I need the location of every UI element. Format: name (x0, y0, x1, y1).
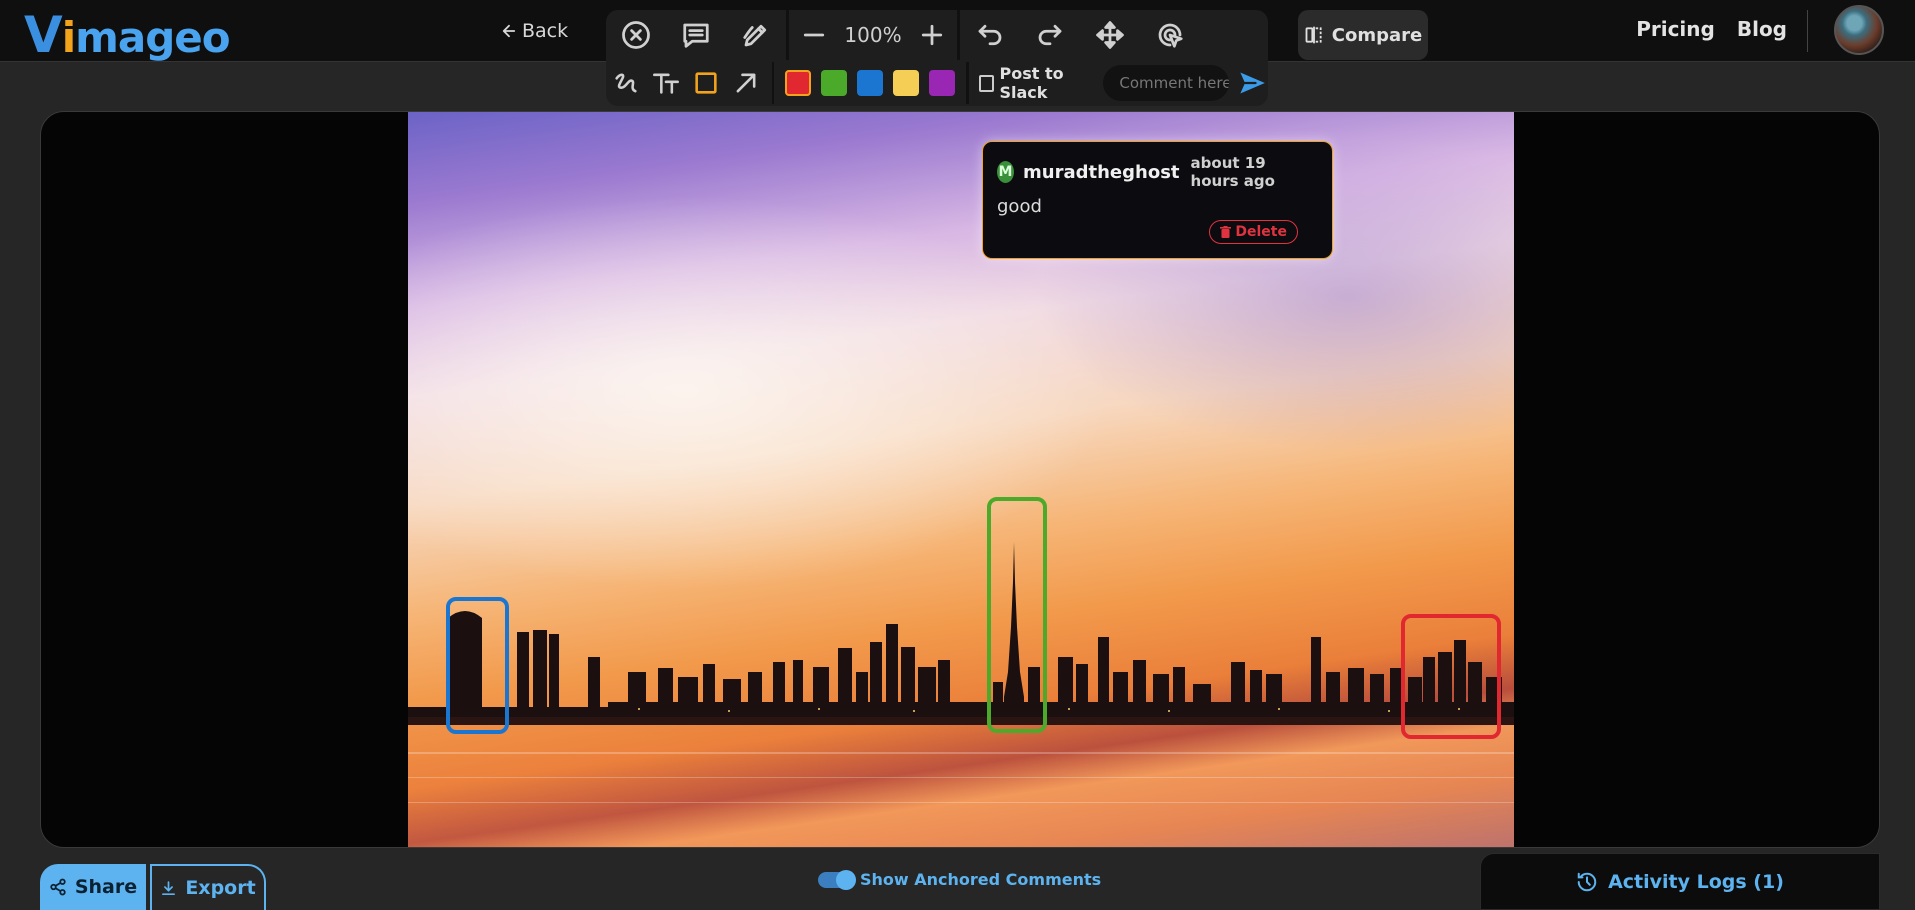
move-icon (1096, 21, 1124, 49)
arrow-tool-button[interactable] (726, 62, 766, 104)
color-swatch-red[interactable] (785, 70, 812, 96)
color-swatch-blue[interactable] (857, 70, 884, 96)
toolbar-divider (966, 62, 969, 104)
toolbar-row-secondary: Post to Slack (606, 62, 1268, 104)
compare-label: Compare (1331, 24, 1423, 46)
draw-icon (743, 24, 767, 47)
commenter-avatar: M (997, 161, 1015, 183)
color-swatch-purple[interactable] (929, 70, 956, 96)
share-button[interactable]: Share (40, 864, 146, 910)
history-icon (1577, 872, 1597, 891)
delete-comment-button[interactable]: Delete (1209, 220, 1298, 244)
undo-button[interactable] (960, 10, 1020, 60)
comment-input[interactable] (1103, 65, 1230, 101)
trash-icon (1220, 226, 1232, 238)
redo-button[interactable] (1020, 10, 1080, 60)
zoom-in-button[interactable] (907, 10, 957, 60)
rectangle-tool-button[interactable] (686, 62, 726, 104)
zoom-out-button[interactable] (789, 10, 839, 60)
move-button[interactable] (1080, 10, 1140, 60)
zoom-level: 100% (844, 23, 902, 47)
undo-icon (978, 24, 1002, 46)
zoom-in-icon (921, 24, 943, 46)
delete-label: Delete (1235, 224, 1287, 240)
freehand-tool-button[interactable] (606, 62, 646, 104)
export-button[interactable]: Export (150, 864, 266, 910)
show-anchored-comments-toggle[interactable]: Show Anchored Comments (818, 869, 1102, 890)
vimageo-logo[interactable]: Vi mageo (24, 6, 231, 64)
annotation-rectangle-green[interactable] (987, 497, 1047, 733)
draw-mode-button[interactable] (726, 10, 786, 60)
activity-logs-label: Activity Logs (1) (1608, 870, 1784, 893)
download-icon (162, 880, 176, 895)
back-button[interactable]: Back (500, 20, 568, 42)
color-swatch-yellow[interactable] (893, 70, 920, 96)
comment-timestamp: about 19 hours ago (1190, 154, 1275, 190)
image-canvas[interactable] (40, 111, 1880, 848)
send-comment-button[interactable] (1235, 62, 1268, 104)
compare-button[interactable]: Compare (1298, 10, 1428, 60)
nav-blog-link[interactable]: Blog (1737, 17, 1787, 41)
toolbar-divider (772, 62, 775, 104)
logo-text: mageo (75, 13, 231, 62)
top-nav: Pricing Blog (1636, 17, 1787, 41)
color-palette (780, 62, 960, 104)
text-icon (653, 73, 679, 94)
commenter-username: muradtheghost (1023, 161, 1180, 183)
activity-logs-button[interactable]: Activity Logs (1) (1480, 853, 1880, 910)
toolbar-row-primary: 100% (606, 10, 1268, 60)
text-tool-button[interactable] (646, 62, 686, 104)
arrow-icon (736, 73, 756, 93)
redo-icon (1038, 24, 1062, 46)
nav-pricing-link[interactable]: Pricing (1636, 17, 1715, 41)
compare-icon (1305, 26, 1322, 44)
logo-letter-i: i (61, 13, 76, 62)
select-button[interactable] (1140, 10, 1200, 60)
select-icon (1158, 23, 1183, 48)
comment-header: M muradtheghost about 19 hours ago (997, 154, 1318, 190)
comment-mode-button[interactable] (666, 10, 726, 60)
share-icon (50, 878, 66, 896)
rectangle-icon (695, 72, 717, 94)
cancel-icon (622, 21, 650, 49)
nav-divider (1807, 10, 1808, 52)
annotation-rectangle-blue[interactable] (446, 597, 509, 734)
color-swatch-green[interactable] (821, 70, 848, 96)
toggle-knob (836, 869, 856, 890)
back-label: Back (522, 20, 569, 42)
comment-icon (683, 23, 709, 48)
tool-group-mode (606, 10, 786, 60)
zoom-out-icon (803, 33, 825, 37)
freehand-icon (615, 73, 637, 93)
send-icon (1240, 72, 1265, 94)
annotation-rectangle-red[interactable] (1401, 614, 1501, 739)
tool-group-history (960, 10, 1200, 60)
annotation-toolbar: 100% Post to Slack Comment here (606, 10, 1268, 106)
user-avatar[interactable] (1834, 5, 1884, 55)
skyline-silhouette (408, 542, 1514, 803)
arrow-left-icon (502, 24, 516, 38)
share-label: Share (74, 876, 138, 898)
toggle-label: Show Anchored Comments (860, 870, 1102, 889)
export-label: Export (185, 877, 256, 899)
tool-group-zoom: 100% (789, 10, 957, 60)
comment-text: good (997, 196, 1042, 217)
cancel-button[interactable] (606, 10, 666, 60)
post-to-slack-checkbox[interactable] (978, 74, 994, 92)
tool-group-shapes (606, 62, 766, 104)
post-to-slack-label: Post to Slack (999, 64, 1064, 102)
toggle-switch[interactable] (818, 869, 856, 890)
logo-letter-v: V (24, 6, 63, 64)
anchored-comment-card[interactable]: M muradtheghost about 19 hours ago good … (982, 141, 1333, 259)
dubai-skyline-photo[interactable] (408, 112, 1514, 847)
